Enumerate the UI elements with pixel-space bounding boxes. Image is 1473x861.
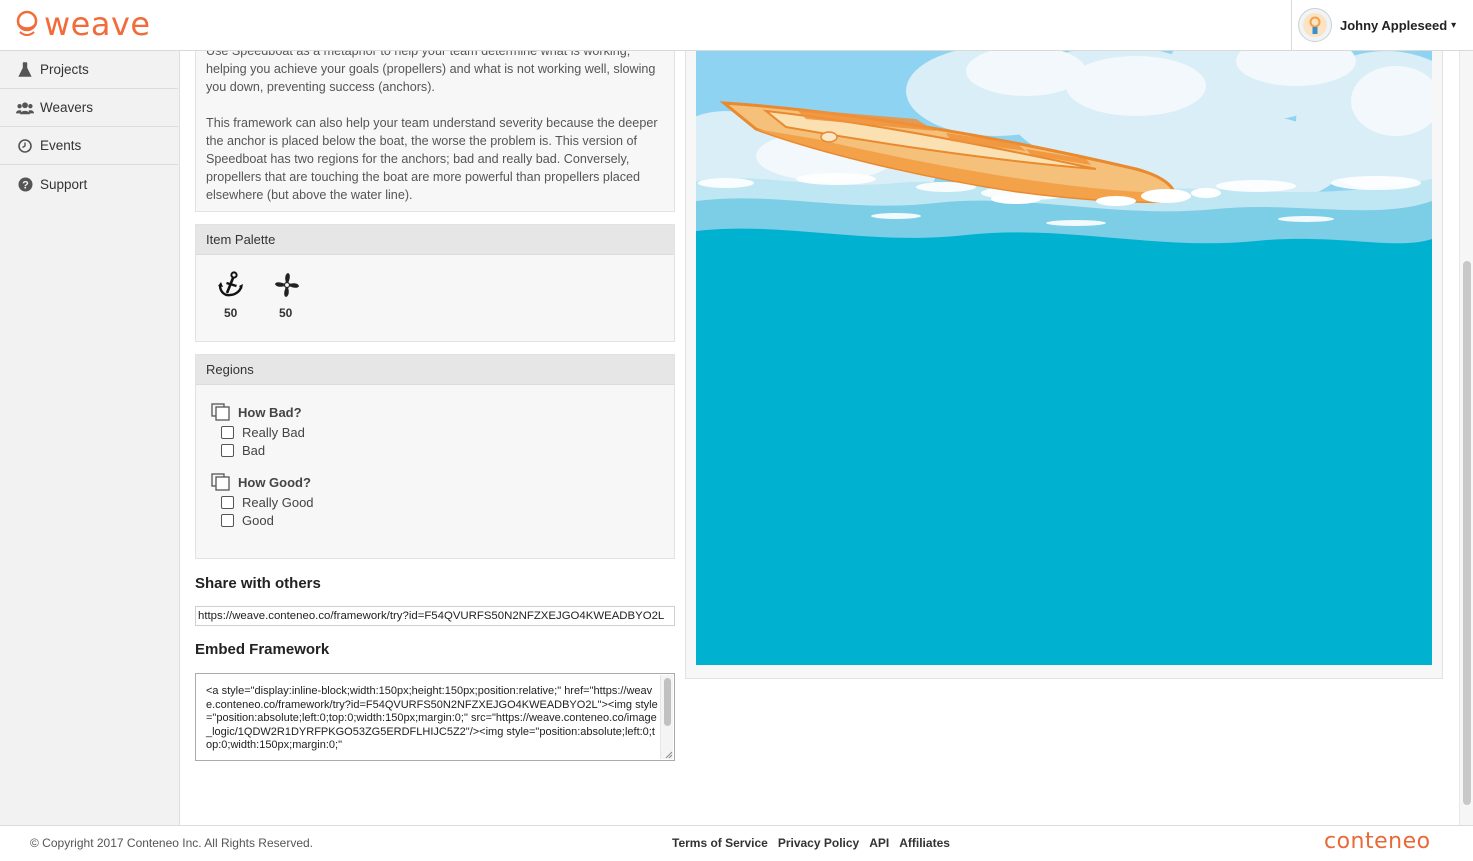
anchor-icon: [218, 271, 243, 297]
footer-link-privacy[interactable]: Privacy Policy: [778, 836, 859, 850]
speedboat-canvas[interactable]: [696, 51, 1432, 665]
footer-links: Terms of Service Privacy Policy API Affi…: [672, 836, 950, 850]
users-icon: [16, 99, 34, 117]
help-icon: ?: [16, 175, 34, 193]
palette-item-anchor[interactable]: 50: [218, 271, 273, 320]
region-item-good[interactable]: Good: [211, 511, 674, 529]
sidebar-item-events[interactable]: Events: [0, 127, 178, 165]
footer: © Copyright 2017 Conteneo Inc. All Right…: [0, 825, 1473, 861]
copy-icon: [211, 403, 230, 421]
palette-count: 50: [279, 306, 293, 320]
region-checkbox[interactable]: [221, 425, 234, 439]
region-group-how-good: How Good? Really Good Good: [196, 471, 674, 529]
chevron-down-icon: ▾: [1451, 19, 1457, 31]
page-scroll-thumb[interactable]: [1463, 261, 1471, 805]
copy-icon: [211, 473, 230, 491]
sidebar-item-label: Support: [40, 176, 88, 192]
svg-text:?: ?: [22, 179, 29, 191]
footer-link-terms[interactable]: Terms of Service: [672, 836, 768, 850]
propeller-icon: [275, 273, 299, 297]
item-palette: Item Palette 50 50: [195, 224, 675, 342]
avatar-icon: [1303, 13, 1327, 37]
app-header: weave Johny Appleseed ▾: [0, 0, 1473, 51]
speedboat-illustration: [696, 51, 1432, 665]
region-item-label: Good: [242, 512, 274, 528]
region-item-label: Really Bad: [242, 424, 305, 440]
resize-handle-icon[interactable]: [663, 749, 673, 759]
region-item-bad[interactable]: Bad: [211, 441, 674, 459]
clock-icon: [16, 137, 34, 155]
sidebar-item-projects[interactable]: Projects: [0, 51, 178, 89]
user-avatar: [1298, 8, 1332, 42]
sidebar-item-support[interactable]: ? Support: [0, 165, 178, 203]
sidebar-item-label: Events: [40, 138, 82, 153]
embed-title: Embed Framework: [195, 641, 330, 658]
region-item-label: Bad: [242, 442, 266, 458]
regions-panel: Regions How Bad? Really Bad Bad How Good…: [195, 354, 675, 559]
region-checkbox[interactable]: [221, 495, 234, 509]
region-item-really-bad[interactable]: Really Bad: [211, 423, 674, 441]
region-checkbox[interactable]: [221, 513, 234, 527]
region-item-really-good[interactable]: Really Good: [211, 493, 674, 511]
flask-icon: [16, 61, 34, 79]
share-title: Share with others: [195, 575, 321, 592]
user-menu[interactable]: Johny Appleseed ▾: [1291, 0, 1462, 50]
copyright-text: © Copyright 2017 Conteneo Inc. All Right…: [30, 836, 313, 850]
region-group-label: How Good?: [238, 474, 311, 490]
embed-scroll-thumb[interactable]: [664, 678, 671, 726]
logo-text: weave: [44, 5, 151, 43]
palette-item-propeller[interactable]: 50: [273, 271, 328, 320]
region-group-how-bad: How Bad? Really Bad Bad: [196, 401, 674, 459]
region-checkbox[interactable]: [221, 443, 234, 457]
item-palette-title: Item Palette: [196, 225, 674, 255]
sidebar-item-label: Weavers: [40, 100, 94, 115]
region-item-label: Really Good: [242, 494, 314, 510]
weave-logo-icon: [16, 10, 38, 36]
palette-count: 50: [224, 306, 238, 320]
framework-description: Use Speedboat as a metaphor to help your…: [195, 30, 675, 212]
page-scrollbar[interactable]: [1459, 51, 1473, 825]
footer-link-affiliates[interactable]: Affiliates: [899, 836, 950, 850]
share-url-field[interactable]: https://weave.conteneo.co/framework/try?…: [195, 606, 675, 626]
weave-logo[interactable]: weave: [14, 5, 151, 43]
embed-scrollbar[interactable]: [660, 675, 673, 759]
user-name: Johny Appleseed: [1340, 17, 1448, 33]
sidebar-item-label: Projects: [40, 62, 89, 77]
sidebar-item-weavers[interactable]: Weavers: [0, 89, 178, 127]
region-group-label: How Bad?: [238, 404, 302, 420]
embed-code-text: <a style="display:inline-block;width:150…: [206, 685, 658, 751]
footer-link-api[interactable]: API: [869, 836, 889, 850]
embed-code-textarea[interactable]: <a style="display:inline-block;width:150…: [195, 673, 675, 761]
conteneo-logo[interactable]: conteneo: [1324, 829, 1431, 854]
sidebar: Projects Weavers Events ? Support: [0, 51, 180, 825]
regions-title: Regions: [196, 355, 674, 385]
description-paragraph: This framework can also help your team u…: [206, 116, 658, 202]
